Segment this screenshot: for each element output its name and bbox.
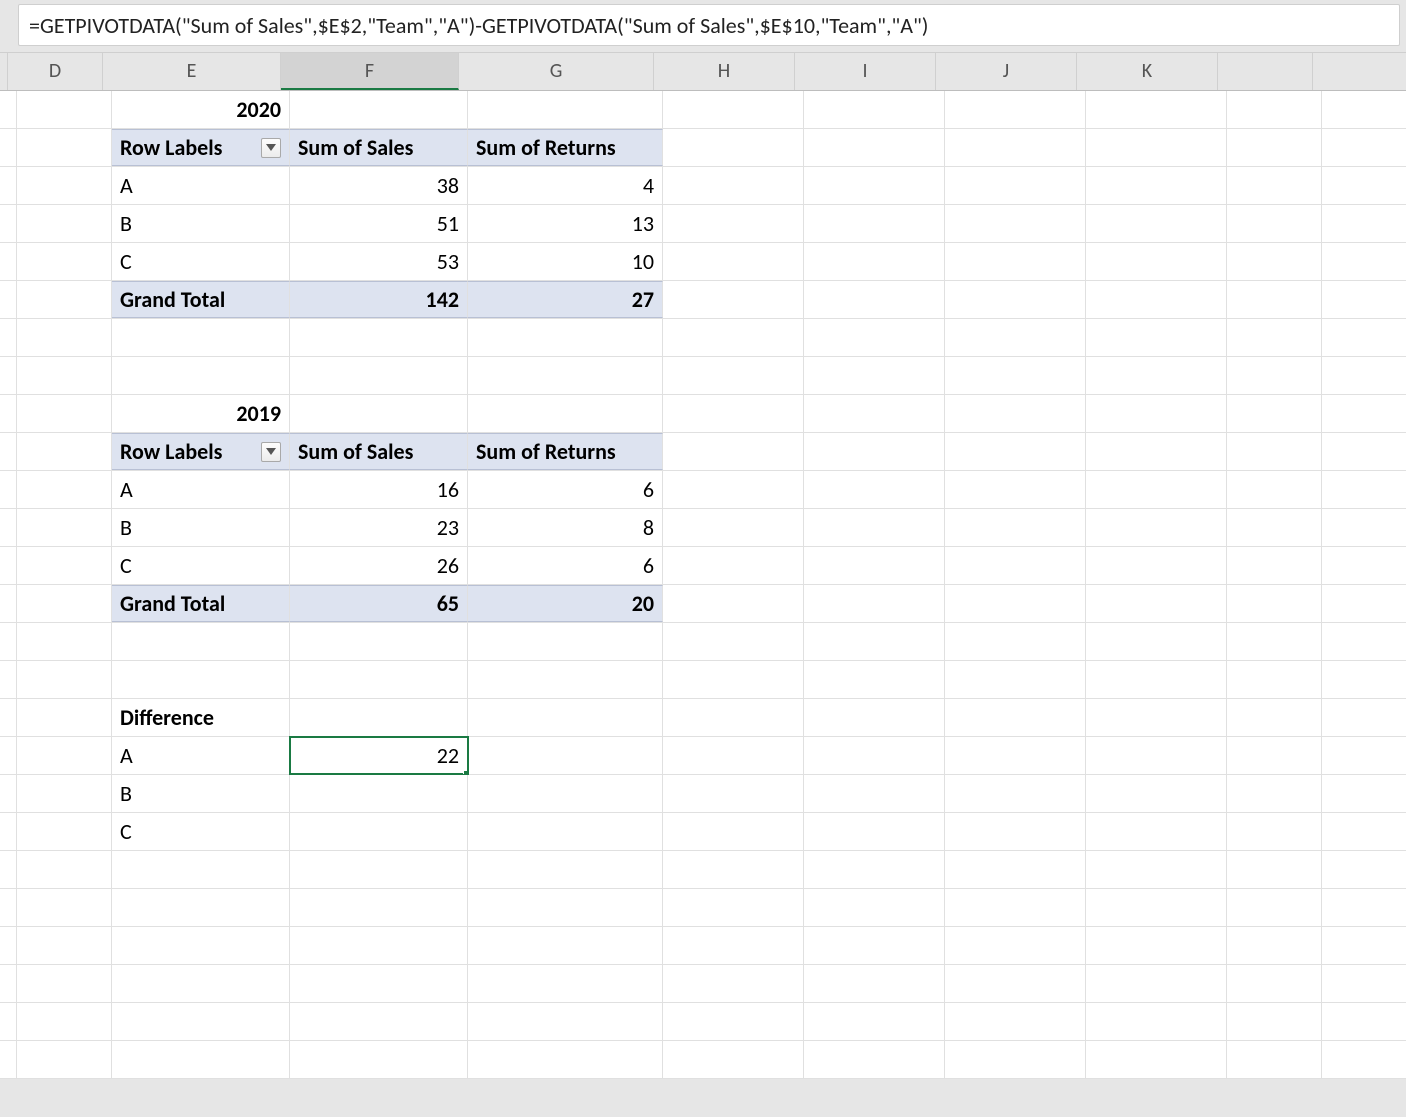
pivot1-returns-value[interactable]: 10 — [468, 243, 663, 280]
pivot1-returns-value[interactable]: 4 — [468, 167, 663, 204]
pivot1-row-label[interactable]: B — [112, 205, 290, 242]
pivot1-sum-returns-header[interactable]: Sum of Returns — [468, 129, 663, 166]
cell[interactable] — [468, 91, 663, 128]
pivot2-sum-returns-header[interactable]: Sum of Returns — [468, 433, 663, 470]
difference-row-label[interactable]: A — [112, 737, 290, 774]
column-header-I[interactable]: I — [795, 53, 936, 90]
spreadsheet-grid[interactable]: D E F G H I J K 2020 Row Labels Sum of S… — [0, 53, 1406, 1079]
column-header-trail — [1218, 53, 1313, 90]
pivot2-grand-total-label[interactable]: Grand Total — [112, 585, 290, 622]
row-labels-text: Row Labels — [120, 438, 222, 465]
pivot2-year[interactable]: 2019 — [112, 395, 290, 432]
pivot2-row-label[interactable]: A — [112, 471, 290, 508]
formula-bar-input[interactable]: =GETPIVOTDATA("Sum of Sales",$E$2,"Team"… — [18, 4, 1400, 46]
pivot2-row-labels-header[interactable]: Row Labels — [112, 433, 290, 470]
pivot-filter-dropdown[interactable] — [261, 442, 281, 462]
pivot2-sales-value[interactable]: 23 — [290, 509, 468, 546]
pivot-filter-dropdown[interactable] — [261, 138, 281, 158]
difference-header[interactable]: Difference — [112, 699, 290, 736]
column-header-F[interactable]: F — [281, 53, 459, 90]
column-header-stub — [0, 53, 8, 90]
pivot1-sum-sales-header[interactable]: Sum of Sales — [290, 129, 468, 166]
column-header-D[interactable]: D — [8, 53, 103, 90]
column-header-J[interactable]: J — [936, 53, 1077, 90]
cell[interactable] — [290, 91, 468, 128]
fill-handle[interactable] — [463, 770, 468, 774]
difference-row-label[interactable]: C — [112, 813, 290, 850]
pivot1-sales-value[interactable]: 38 — [290, 167, 468, 204]
pivot1-year[interactable]: 2020 — [112, 91, 290, 128]
pivot2-returns-value[interactable]: 8 — [468, 509, 663, 546]
pivot1-returns-value[interactable]: 13 — [468, 205, 663, 242]
pivot2-sales-value[interactable]: 26 — [290, 547, 468, 584]
column-header-K[interactable]: K — [1077, 53, 1218, 90]
row-labels-text: Row Labels — [120, 134, 222, 161]
pivot1-sales-value[interactable]: 51 — [290, 205, 468, 242]
pivot2-sales-value[interactable]: 16 — [290, 471, 468, 508]
pivot1-sales-value[interactable]: 53 — [290, 243, 468, 280]
column-header-H[interactable]: H — [654, 53, 795, 90]
pivot2-grand-total-sales[interactable]: 65 — [290, 585, 468, 622]
difference-value-cell[interactable] — [290, 775, 468, 812]
column-header-E[interactable]: E — [103, 53, 281, 90]
pivot1-row-label[interactable]: C — [112, 243, 290, 280]
pivot1-grand-total-label[interactable]: Grand Total — [112, 281, 290, 318]
pivot2-returns-value[interactable]: 6 — [468, 471, 663, 508]
difference-row-label[interactable]: B — [112, 775, 290, 812]
pivot2-row-label[interactable]: C — [112, 547, 290, 584]
difference-value-cell[interactable] — [290, 813, 468, 850]
difference-value: 22 — [437, 742, 459, 769]
active-cell[interactable]: 22 — [290, 737, 468, 774]
pivot2-grand-total-returns[interactable]: 20 — [468, 585, 663, 622]
pivot2-row-label[interactable]: B — [112, 509, 290, 546]
pivot1-row-label[interactable]: A — [112, 167, 290, 204]
pivot1-grand-total-returns[interactable]: 27 — [468, 281, 663, 318]
pivot2-sum-sales-header[interactable]: Sum of Sales — [290, 433, 468, 470]
pivot1-row-labels-header[interactable]: Row Labels — [112, 129, 290, 166]
column-header-G[interactable]: G — [459, 53, 654, 90]
cell[interactable] — [17, 91, 112, 128]
cell[interactable] — [17, 129, 112, 166]
pivot1-grand-total-sales[interactable]: 142 — [290, 281, 468, 318]
pivot2-returns-value[interactable]: 6 — [468, 547, 663, 584]
column-headers: D E F G H I J K — [0, 53, 1406, 91]
